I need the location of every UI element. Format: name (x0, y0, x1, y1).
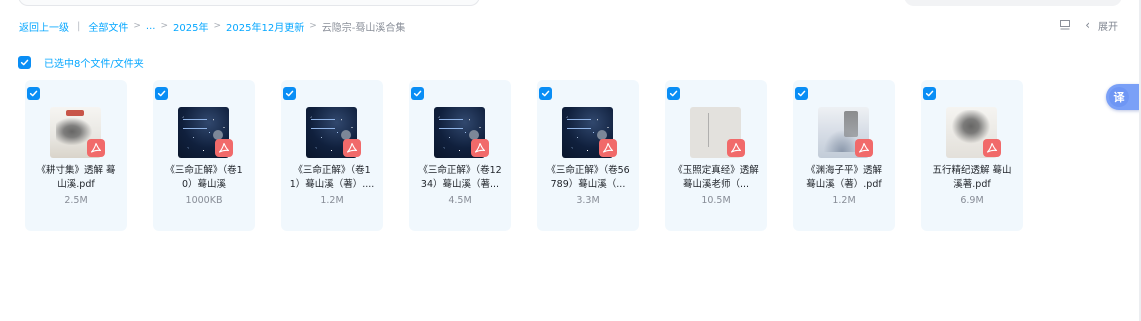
breadcrumb: 返回上一级 | 全部文件 > ... > 2025年 > 2025年12月更新 … (19, 19, 406, 34)
file-card[interactable]: 《玉照定真经》透解 蓦山溪老师（... 10.5M (665, 80, 767, 231)
breadcrumb-divider: | (77, 20, 81, 32)
check-icon (925, 90, 934, 97)
file-checkbox[interactable] (283, 87, 296, 100)
check-icon (285, 90, 294, 97)
file-card[interactable]: 《三命正解》（卷11）蓦山溪（著）.... 1.2M (281, 80, 383, 231)
file-size: 10.5M (701, 195, 731, 206)
check-icon (669, 90, 678, 97)
chevron-right-icon: > (160, 21, 169, 31)
file-size: 6.9M (960, 195, 984, 206)
file-name[interactable]: 《耕寸集》透解 蓦山溪.pdf (33, 164, 119, 192)
breadcrumb-month[interactable]: 2025年12月更新 (226, 19, 304, 34)
pdf-icon (215, 139, 233, 157)
file-checkbox[interactable] (27, 87, 40, 100)
search-bar-edge (18, 0, 480, 6)
pdf-icon (855, 139, 873, 157)
translate-icon: 译 (1109, 87, 1129, 107)
breadcrumb-all-files[interactable]: 全部文件 (88, 19, 128, 34)
file-card[interactable]: 《耕寸集》透解 蓦山溪.pdf 2.5M (25, 80, 127, 231)
file-card[interactable]: 《三命正解》（卷1234）蓦山溪（著... 4.5M (409, 80, 511, 231)
check-icon (797, 90, 806, 97)
view-tools: ‹ 展开 (1059, 17, 1118, 33)
pdf-icon (343, 139, 361, 157)
selection-count-label: 已选中8个文件/文件夹 (44, 58, 144, 70)
check-icon (20, 59, 29, 65)
file-size: 1.2M (320, 195, 344, 206)
file-checkbox[interactable] (923, 87, 936, 100)
file-name[interactable]: 五行精纪透解 蓦山溪著.pdf (929, 164, 1015, 192)
file-name[interactable]: 《三命正解》（卷11）蓦山溪（著）.... (289, 164, 375, 192)
translate-button[interactable]: 译 (1106, 84, 1141, 110)
file-card[interactable]: 《三命正解》（卷56789）蓦山溪（... 3.3M (537, 80, 639, 231)
check-icon (157, 90, 166, 97)
file-size: 3.3M (576, 195, 600, 206)
file-size: 4.5M (448, 195, 472, 206)
pdf-icon (983, 139, 1001, 157)
file-size: 1.2M (832, 195, 856, 206)
pdf-icon (87, 139, 105, 157)
file-card[interactable]: 《三命正解》（卷10）蓦山溪 1000KB (153, 80, 255, 231)
file-card[interactable]: 五行精纪透解 蓦山溪著.pdf 6.9M (921, 80, 1023, 231)
list-view-icon[interactable] (1059, 19, 1071, 31)
file-card[interactable]: 《渊海子平》透解 蓦山溪（著）.pdf 1.2M (793, 80, 895, 231)
file-name[interactable]: 《三命正解》（卷1234）蓦山溪（著... (417, 164, 503, 192)
file-name[interactable]: 《玉照定真经》透解 蓦山溪老师（... (673, 164, 759, 192)
breadcrumb-current: 云隐宗-蓦山溪合集 (321, 22, 406, 34)
file-checkbox[interactable] (155, 87, 168, 100)
pdf-icon (471, 139, 489, 157)
file-name[interactable]: 《渊海子平》透解 蓦山溪（著）.pdf (801, 164, 887, 192)
selection-bar: 已选中8个文件/文件夹 (18, 55, 144, 70)
back-link[interactable]: 返回上一级 (19, 19, 69, 34)
check-icon (29, 90, 38, 97)
breadcrumb-ellipsis[interactable]: ... (146, 21, 156, 32)
expand-button[interactable]: 展开 (1098, 18, 1118, 33)
file-checkbox[interactable] (539, 87, 552, 100)
toolbar-edge (904, 0, 1122, 6)
file-name[interactable]: 《三命正解》（卷10）蓦山溪 (161, 164, 247, 192)
file-size: 2.5M (64, 195, 88, 206)
select-all-checkbox[interactable] (18, 55, 31, 69)
pdf-icon (599, 139, 617, 157)
chevron-right-icon: > (213, 21, 222, 31)
chevron-right-icon: > (133, 21, 141, 31)
file-checkbox[interactable] (795, 87, 808, 100)
file-name[interactable]: 《三命正解》（卷56789）蓦山溪（... (545, 164, 631, 192)
file-checkbox[interactable] (667, 87, 680, 100)
chevron-left-icon[interactable]: ‹ (1085, 18, 1090, 32)
check-icon (413, 90, 422, 97)
file-size: 1000KB (185, 195, 223, 206)
pdf-icon (727, 139, 745, 157)
file-checkbox[interactable] (411, 87, 424, 100)
chevron-right-icon: > (309, 21, 317, 31)
breadcrumb-year[interactable]: 2025年 (173, 19, 208, 34)
check-icon (541, 90, 550, 97)
